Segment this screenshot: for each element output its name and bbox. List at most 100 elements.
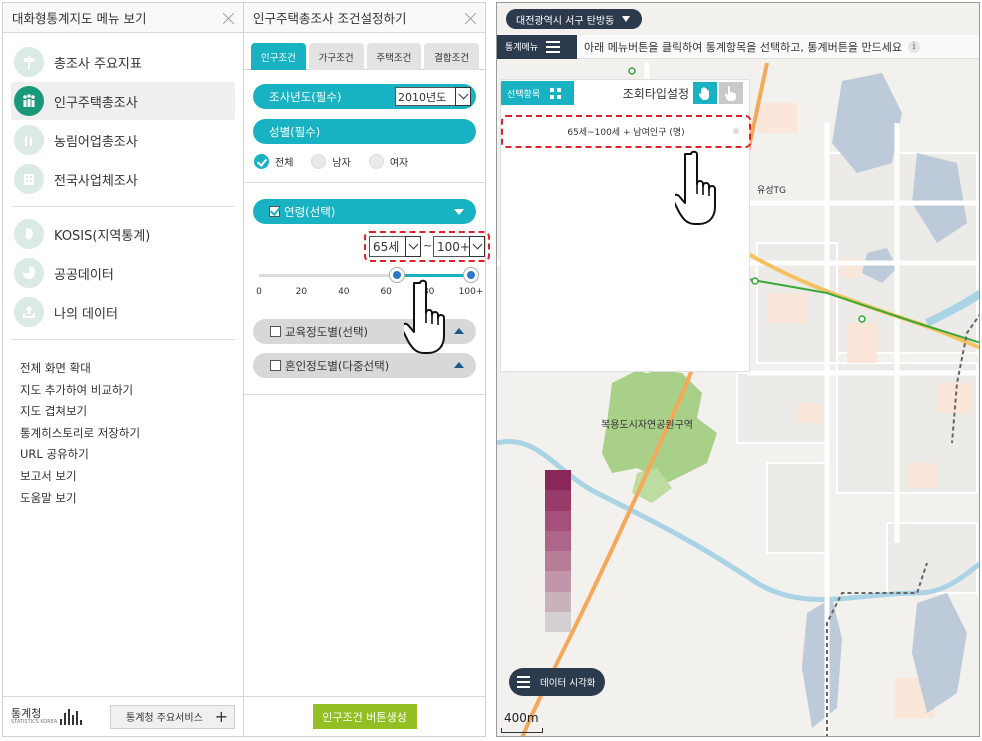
info-icon[interactable]: i: [907, 40, 920, 53]
stat-menu-button[interactable]: 통계메뉴: [497, 34, 577, 59]
tab-population[interactable]: 인구조건: [251, 43, 306, 70]
close-icon[interactable]: [223, 12, 235, 24]
map-menu-panel: 대화형통계지도 메뉴 보기 총조사 주요지표 인구주택총조사 농림어업총조사 전…: [2, 2, 244, 737]
map-top-bar: 통계메뉴 아래 메뉴버튼을 클릭하여 통계항목을 선택하고, 통계버튼을 만드세…: [497, 34, 979, 59]
menu-item-label: 총조사 주요지표: [54, 56, 142, 72]
hand-icon: [698, 86, 709, 100]
building-icon: [14, 164, 44, 194]
legend-swatch: [545, 611, 571, 632]
menu-item-label: 인구주택총조사: [54, 95, 138, 111]
legend-swatch: [545, 470, 571, 491]
education-label: 교육정도별(선택): [285, 324, 369, 339]
age-checkbox[interactable]: [269, 206, 280, 217]
section-divider: [244, 182, 485, 183]
link-overlay-map[interactable]: 지도 겹쳐보기: [20, 401, 243, 423]
main-services-button[interactable]: 통계청 주요서비스 +: [110, 704, 235, 729]
type-hand-button-on[interactable]: [693, 82, 717, 104]
menu-item-population-census[interactable]: 인구주택총조사: [11, 82, 235, 120]
legend-swatch: [545, 490, 571, 511]
age-to-select[interactable]: 100+: [433, 236, 485, 257]
age-from-value: 65세: [373, 240, 400, 254]
age-from-select[interactable]: 65세: [369, 236, 421, 257]
menu-item-my-data[interactable]: 나의 데이터: [11, 293, 235, 331]
park-label: 복용도시자연공원구역: [601, 419, 693, 431]
selected-item[interactable]: 65세~100세 + 남여인구 (명): [501, 115, 751, 148]
menu-panel-footer: 통계청 STATISTICS KOREA 통계청 주요서비스 +: [3, 696, 243, 736]
selected-items-button[interactable]: 선택항목: [501, 81, 574, 105]
menu-item-public-data[interactable]: 공공데이터: [11, 254, 235, 292]
menu-item-label: 전국사업체조사: [54, 173, 138, 189]
close-icon[interactable]: [465, 12, 477, 24]
menu-item-label: 나의 데이터: [54, 306, 118, 322]
caret-down-icon: [622, 16, 631, 22]
menu-item-business-survey[interactable]: 전국사업체조사: [11, 160, 235, 198]
menu-item-census-indicators[interactable]: 총조사 주요지표: [11, 43, 235, 81]
signpost-icon: [14, 47, 44, 77]
radio-icon: [368, 154, 384, 169]
menu-item-kosis[interactable]: KOSIS(지역통계): [11, 215, 235, 253]
link-view-report[interactable]: 보고서 보기: [20, 466, 243, 488]
chevron-down-icon: [469, 236, 485, 257]
menu-item-agriculture-census[interactable]: 농림어업총조사: [11, 121, 235, 159]
menu-divider: [11, 339, 235, 340]
tab-household[interactable]: 가구조건: [308, 43, 364, 70]
age-header[interactable]: 연령(선택): [253, 199, 476, 224]
menu-panel-title: 대화형통계지도 메뉴 보기: [12, 11, 147, 26]
link-save-history[interactable]: 통계히스토리로 저장하기: [20, 423, 243, 445]
radio-checked-icon: [254, 154, 269, 169]
education-checkbox[interactable]: [270, 326, 281, 337]
generate-condition-button[interactable]: 인구조건 버튼생성: [312, 704, 417, 729]
logo-subtext: STATISTICS KOREA: [11, 719, 58, 725]
age-label: 연령(선택): [284, 204, 336, 219]
logo-bars-icon: [60, 709, 83, 725]
slider-tick-label: 60: [380, 287, 392, 297]
data-visualization-button[interactable]: 데이터 시각화: [509, 668, 605, 696]
caret-down-icon: [454, 209, 464, 215]
age-to-value: 100+: [437, 239, 470, 254]
link-add-map-compare[interactable]: 지도 추가하여 비교하기: [20, 380, 243, 402]
slider-handle-low[interactable]: [388, 267, 405, 283]
gender-option-label: 여자: [389, 158, 409, 169]
survey-year-value: 2010년도: [398, 90, 447, 104]
condition-tabs: 인구조건 가구조건 주택조건 결합조건: [244, 33, 485, 70]
tab-housing[interactable]: 주택조건: [366, 43, 422, 70]
chevron-down-icon: [405, 236, 421, 257]
radio-icon: [311, 154, 327, 169]
legend-swatch: [545, 551, 571, 572]
menu-list: 총조사 주요지표 인구주택총조사 농림어업총조사 전국사업체조사 KOSIS(지…: [3, 33, 243, 340]
link-share-url[interactable]: URL 공유하기: [20, 444, 243, 466]
menu-item-label: KOSIS(지역통계): [54, 228, 151, 244]
slider-tick-label: 100+: [458, 287, 484, 297]
location-selector[interactable]: 대전광역시 서구 탄방동: [506, 9, 643, 29]
gender-radio-male[interactable]: 남자: [311, 154, 351, 169]
gender-label: 성별(필수): [269, 124, 321, 139]
gender-options: 전체 남자 여자: [253, 144, 476, 169]
survey-year-row: 조사년도(필수) 2010년도: [253, 84, 476, 109]
list-icon: [517, 676, 530, 688]
pointer-icon: [725, 85, 736, 101]
age-range-row: 65세 ~ 100+: [253, 230, 490, 264]
menu-divider: [11, 206, 235, 207]
pointer-hand-icon: [404, 279, 445, 354]
farm-icon: [14, 125, 44, 155]
gender-radio-all[interactable]: 전체: [254, 154, 293, 169]
grid-icon: [550, 87, 562, 99]
legend-swatch: [545, 571, 571, 592]
survey-year-select[interactable]: 2010년도: [395, 87, 471, 106]
location-label: 대전광역시 서구 탄방동: [516, 15, 615, 27]
age-range-tilde: ~: [423, 239, 433, 252]
type-pointer-button[interactable]: [719, 82, 743, 104]
gender-option-label: 남자: [332, 158, 351, 169]
link-help[interactable]: 도움말 보기: [20, 488, 243, 510]
slider-tick-label: 40: [338, 287, 350, 297]
plus-icon: +: [214, 706, 228, 726]
slider-handle-high[interactable]: [463, 267, 479, 283]
remove-item-icon[interactable]: [733, 128, 739, 134]
marital-checkbox[interactable]: [270, 360, 281, 371]
link-fullscreen[interactable]: 전체 화면 확대: [20, 358, 243, 380]
color-legend: [545, 470, 571, 632]
gender-radio-female[interactable]: 여자: [368, 154, 409, 169]
tool-links: 전체 화면 확대 지도 추가하여 비교하기 지도 겹쳐보기 통계히스토리로 저장…: [3, 348, 243, 509]
tab-combined[interactable]: 결합조건: [424, 43, 479, 70]
statistical-map[interactable]: 복용도시자연공원구역 유성TG 대전광역시 서구 탄방동 통계메뉴 아래 메뉴버…: [496, 2, 980, 737]
